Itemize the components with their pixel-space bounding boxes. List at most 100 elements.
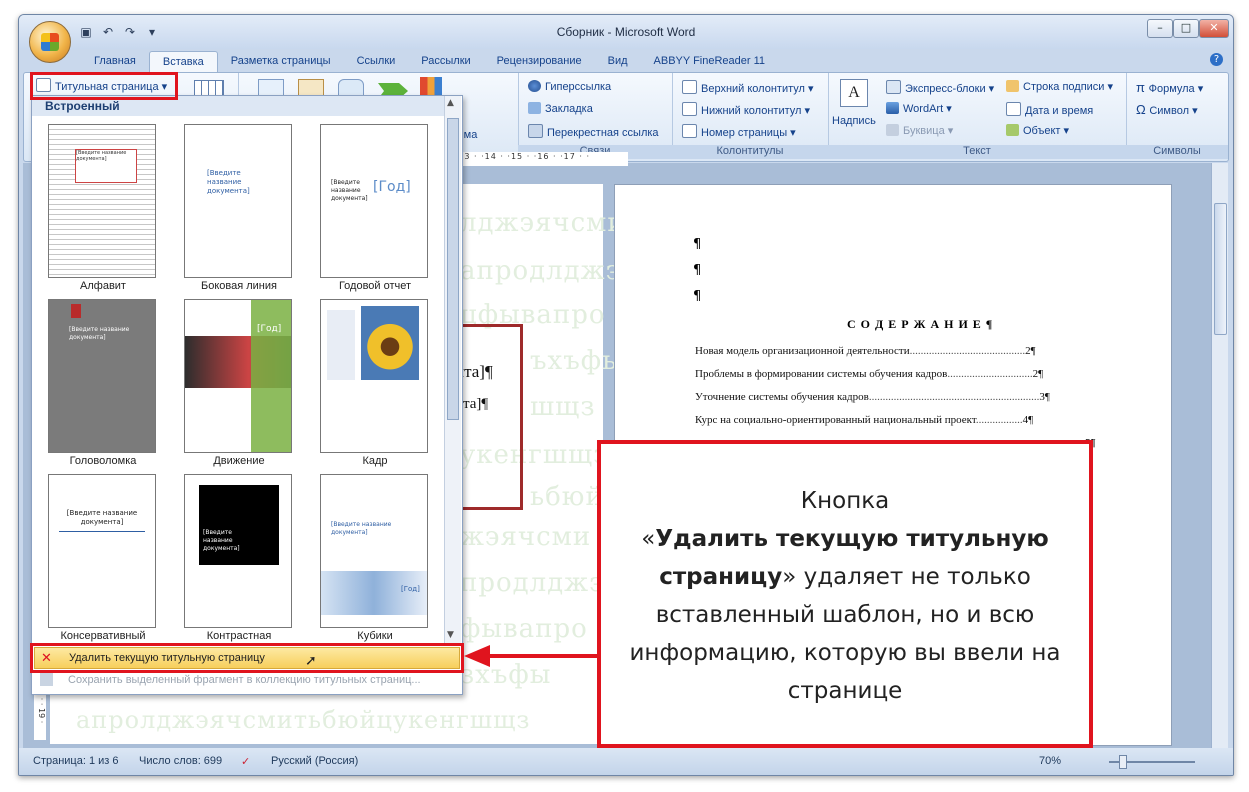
save-selection-item[interactable]: Сохранить выделенный фрагмент в коллекци… (34, 670, 458, 690)
title-bar: Сборник - Microsoft Word – □ ✕ (19, 15, 1233, 49)
quick-access-toolbar: ▣ ↶ ↷ ▾ (77, 25, 161, 43)
thumb-title: [Введите название документа] (66, 509, 138, 526)
text-group-label: Текст (828, 145, 1126, 159)
hyperlink-button[interactable]: Гиперссылка (528, 80, 611, 93)
arrow-icon (464, 645, 598, 667)
zoom-slider-thumb[interactable] (1119, 755, 1127, 769)
template-thumbnail: [Введите название документа] (48, 124, 156, 278)
window-title: Сборник - Microsoft Word (556, 25, 696, 39)
toc-title: С О Д Е Р Ж А Н И Е ¶ (847, 317, 994, 331)
thumb-year: [Год] (401, 585, 420, 593)
template-name: Движение (213, 455, 265, 467)
scrollbar-thumb[interactable] (1214, 203, 1227, 335)
template-thumbnail: [Введите название документа] [Год] (320, 474, 428, 628)
language[interactable]: Русский (Россия) (271, 755, 358, 767)
symbols-group-label: Символы (1126, 145, 1228, 159)
template-thumbnail: [Введите название документа] [Год] (320, 124, 428, 278)
maximize-button[interactable]: □ (1173, 19, 1199, 38)
footer-icon (682, 102, 697, 116)
scroll-down-icon[interactable]: ▼ (447, 630, 454, 640)
quick-parts-button[interactable]: Экспресс-блоки ▾ (886, 80, 994, 95)
template-name: Кадр (362, 455, 388, 467)
close-button[interactable]: ✕ (1199, 19, 1229, 38)
proofing-icon[interactable]: ✓ (241, 755, 250, 768)
toc-entry: Курс на социально-ориентированный национ… (695, 414, 1034, 426)
dropcap-button[interactable]: Буквица ▾ (886, 124, 953, 137)
office-logo-icon (41, 33, 59, 51)
footer-button[interactable]: Нижний колонтитул ▾ (682, 102, 810, 117)
save-icon[interactable]: ▣ (77, 25, 95, 43)
minimize-button[interactable]: – (1147, 19, 1173, 38)
object-icon (1006, 124, 1019, 136)
hyperlink-icon (528, 80, 541, 92)
tab-home[interactable]: Главная (81, 51, 149, 73)
ghost-line: лджэячсми (460, 208, 626, 238)
tab-review[interactable]: Рецензирование (484, 51, 595, 73)
template-thumbnail: [Год] (184, 299, 292, 453)
quick-parts-icon (886, 80, 901, 94)
wordart-button[interactable]: WordArt ▾ (886, 102, 952, 115)
header-icon (682, 80, 697, 94)
cross-reference-icon (528, 124, 543, 138)
toc-entry: Проблемы в формировании системы обучения… (695, 368, 1044, 380)
vertical-scrollbar[interactable] (1211, 163, 1228, 749)
page-number-button[interactable]: Номер страницы ▾ (682, 124, 796, 139)
bookmark-button[interactable]: Закладка (528, 102, 593, 115)
gallery-scrollbar[interactable]: ▲ ▼ (444, 96, 461, 644)
thumb-sunflower-photo (361, 306, 419, 380)
textbox-button[interactable]: Надпись (832, 115, 876, 127)
template-name: Головоломка (69, 455, 137, 467)
header-button[interactable]: Верхний колонтитул ▾ (682, 80, 814, 95)
pilcrow: ¶ (693, 237, 702, 252)
scroll-up-icon[interactable]: ▲ (447, 98, 454, 108)
toc-entry: Новая модель организационной деятельност… (695, 345, 1036, 357)
cross-reference-button[interactable]: Перекрестная ссылка (528, 124, 659, 139)
toc-entry: Уточнение системы обучения кадров.......… (695, 391, 1050, 403)
office-button[interactable] (29, 21, 71, 63)
signature-line-button[interactable]: Строка подписи ▾ (1006, 80, 1113, 93)
textbox-icon[interactable]: A (840, 79, 868, 107)
ghost-line: ъхъфы (530, 346, 624, 376)
thumb-rule (59, 531, 145, 532)
template-thumbnail: [Введите название документа] (48, 299, 156, 453)
ghost-line: апродлджэ (460, 256, 622, 286)
ribbon-tabs: Главная Вставка Разметка страницы Ссылки… (81, 51, 778, 73)
word-count[interactable]: Число слов: 699 (139, 755, 222, 767)
template-name: Годовой отчет (338, 280, 412, 292)
template-thumbnail: [Введите название документа] (48, 474, 156, 628)
links-group: Гиперссылка Закладка Перекрестная ссылка… (518, 73, 673, 159)
object-button[interactable]: Объект ▾ (1006, 124, 1069, 137)
gallery-scroll-thumb[interactable] (447, 118, 459, 420)
status-bar: Страница: 1 из 6 Число слов: 699 ✓ Русск… (19, 748, 1233, 775)
tab-references[interactable]: Ссылки (344, 51, 409, 73)
ghost-line: шщз (530, 392, 596, 422)
tab-mailings[interactable]: Рассылки (408, 51, 483, 73)
tab-insert[interactable]: Вставка (148, 51, 218, 73)
ghost-line: апролджэячсмитьбюйцукенгшщз (76, 706, 531, 734)
signature-icon (1006, 80, 1019, 92)
customize-icon[interactable]: ▾ (143, 25, 161, 43)
horizontal-ruler: 2 · ·13 · ·14 · ·15 · ·16 · ·17 · · (438, 152, 628, 166)
tab-abbyy[interactable]: ABBYY FineReader 11 (641, 51, 779, 73)
page-count[interactable]: Страница: 1 из 6 (33, 755, 119, 767)
symbol-button[interactable]: Ω Символ ▾ (1136, 102, 1198, 117)
template-name: Контрастная (206, 630, 272, 642)
wordart-icon (886, 102, 899, 114)
zoom-level[interactable]: 70% (1039, 755, 1061, 767)
template-name: Кубики (357, 630, 393, 642)
thumb-black-block (199, 485, 279, 565)
undo-icon[interactable]: ↶ (99, 25, 117, 43)
thumb-title: [Введите название документа] (207, 169, 250, 195)
callout-heading: Кнопка (800, 488, 890, 514)
help-icon[interactable]: ? (1210, 53, 1223, 66)
headers-group: Верхний колонтитул ▾ Нижний колонтитул ▾… (672, 73, 829, 159)
save-selection-label: Сохранить выделенный фрагмент в коллекци… (68, 674, 421, 686)
redo-icon[interactable]: ↷ (121, 25, 139, 43)
equation-button[interactable]: π Формула ▾ (1136, 80, 1203, 95)
date-time-button[interactable]: Дата и время (1006, 102, 1093, 117)
thumb-green-band (251, 300, 291, 452)
tab-page-layout[interactable]: Разметка страницы (218, 51, 344, 73)
pi-icon: π (1136, 80, 1149, 95)
template-thumbnail: [Введите название документа] (184, 124, 292, 278)
tab-view[interactable]: Вид (595, 51, 641, 73)
